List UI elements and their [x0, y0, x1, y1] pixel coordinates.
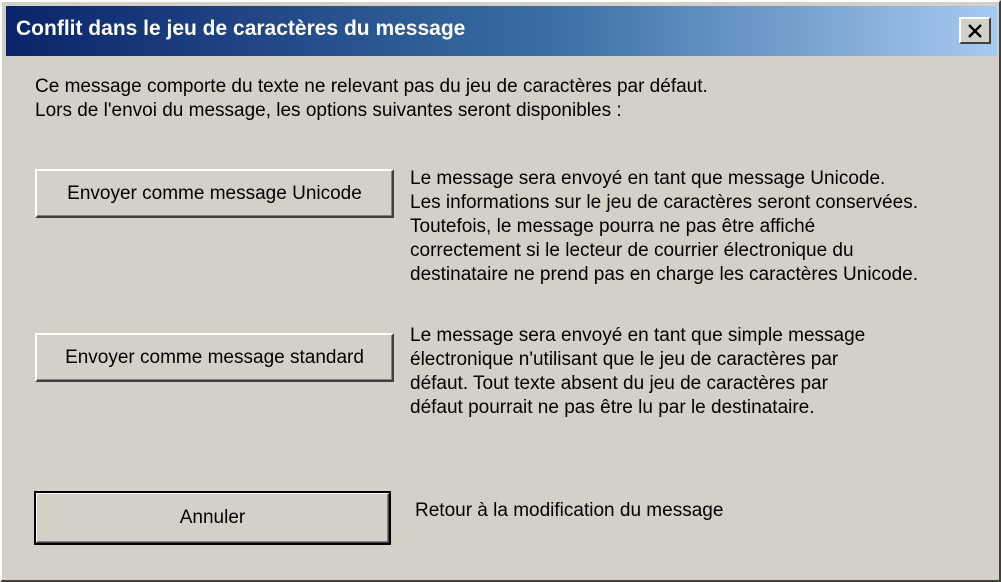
send-standard-button[interactable]: Envoyer comme message standard [35, 333, 394, 382]
close-button[interactable] [959, 17, 991, 44]
cancel-button[interactable]: Annuler [34, 491, 391, 545]
description-line: défaut. Tout texte absent du jeu de cara… [410, 373, 828, 394]
description-line: Toutefois, le message pourra ne pas être… [410, 216, 816, 237]
description-line: correctement si le lecteur de courrier é… [410, 240, 854, 261]
intro-line: Lors de l'envoi du message, les options … [35, 100, 622, 121]
close-icon [968, 24, 982, 38]
cancel-description: Retour à la modification du message [415, 499, 723, 523]
title-bar[interactable]: Conflit dans le jeu de caractères du mes… [6, 6, 997, 56]
dialog-window: Conflit dans le jeu de caractères du mes… [0, 0, 1001, 582]
description-line: Les informations sur le jeu de caractère… [410, 192, 918, 213]
intro-line: Ce message comporte du texte ne relevant… [35, 76, 708, 97]
description-line: Le message sera envoyé en tant que messa… [410, 168, 886, 189]
description-line: destinataire ne prend pas en charge les … [410, 264, 919, 285]
send-unicode-button[interactable]: Envoyer comme message Unicode [35, 169, 394, 218]
unicode-description: Le message sera envoyé en tant que messa… [410, 167, 918, 287]
standard-description: Le message sera envoyé en tant que simpl… [410, 324, 865, 420]
description-line: Retour à la modification du message [415, 500, 724, 521]
intro-text: Ce message comporte du texte ne relevant… [35, 75, 708, 123]
description-line: défaut pourrait ne pas être lu par le de… [410, 397, 815, 418]
dialog-title: Conflit dans le jeu de caractères du mes… [16, 17, 466, 40]
description-line: électronique n'utilisant que le jeu de c… [410, 349, 839, 370]
description-line: Le message sera envoyé en tant que simpl… [410, 325, 866, 346]
